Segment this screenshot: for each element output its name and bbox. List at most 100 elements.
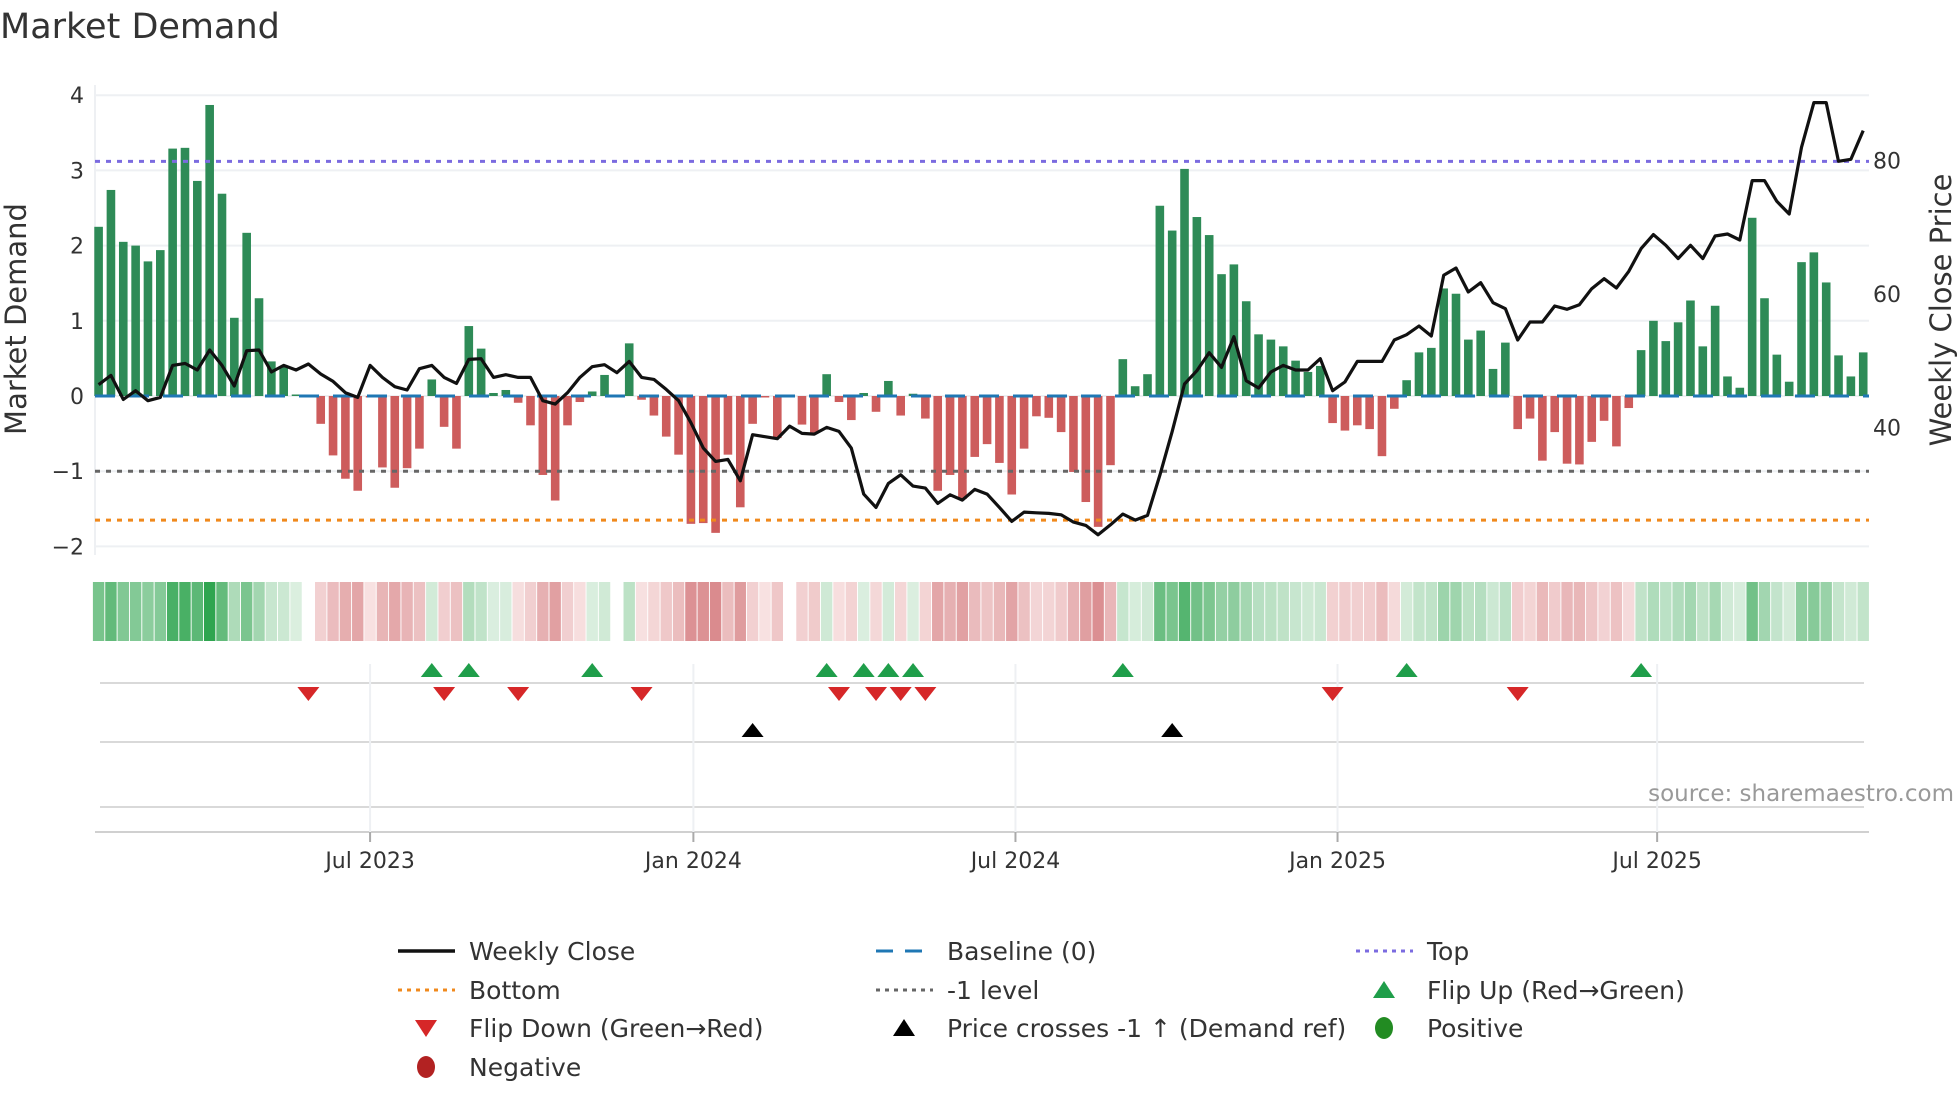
flip-down-marker (914, 687, 937, 701)
demand-bar (1291, 360, 1300, 396)
demand-bar (402, 396, 412, 469)
heatmap-cell (1326, 582, 1339, 641)
heatmap-cell (438, 582, 450, 641)
heatmap-cell (216, 582, 228, 641)
demand-bar (1797, 262, 1806, 396)
heatmap-cell (907, 582, 919, 641)
demand-bar (1167, 230, 1177, 396)
demand-bar (810, 396, 819, 433)
heatmap-cell (1437, 582, 1450, 641)
demand-bar (847, 396, 856, 421)
demand-bar (1118, 359, 1128, 396)
flip-up-marker (420, 663, 443, 677)
heatmap-cell (389, 582, 401, 641)
heatmap-cell (623, 582, 635, 641)
legend-circle-icon (417, 1056, 435, 1078)
demand-bar (427, 379, 437, 396)
price-cross-marker (1161, 723, 1184, 737)
heatmap-cell (203, 582, 216, 641)
heatmap-cell (1413, 582, 1425, 641)
demand-bar (995, 396, 1004, 463)
heatmap-cell (1092, 582, 1104, 641)
heatmap-cell (882, 582, 895, 641)
demand-bar (1069, 396, 1078, 472)
heatmap-cell (1400, 582, 1413, 641)
demand-bar (970, 396, 980, 457)
x-tick-label: Jul 2023 (323, 849, 415, 874)
demand-bar (723, 396, 733, 455)
market-demand-chart: Market Demand 4 3 2 1 0 −1 −2 80 60 40 Market Deman… (0, 7, 1958, 1082)
demand-bar (1760, 298, 1769, 396)
demand-bar (476, 348, 486, 396)
heatmap-cell (1721, 582, 1734, 641)
demand-bar (1599, 396, 1609, 421)
demand-bar (353, 396, 363, 491)
heatmap-cell (1808, 582, 1820, 641)
heatmap-cell (1043, 582, 1055, 641)
demand-bar (1266, 339, 1276, 396)
y2-tick-label: 40 (1873, 416, 1901, 441)
demand-bar (958, 396, 967, 500)
demand-bar (1427, 347, 1436, 396)
demand-bar (1649, 320, 1658, 396)
heatmap-cell (117, 582, 129, 641)
heatmap-cell (327, 582, 339, 641)
demand-bar (1686, 300, 1695, 396)
legend-item: Weekly Close (398, 937, 635, 966)
heatmap-cell (598, 582, 611, 641)
y-axis-title: Market Demand (0, 203, 33, 435)
flip-up-marker (1630, 663, 1653, 677)
legend-label: Weekly Close (469, 937, 635, 966)
heatmap-cell (352, 582, 364, 641)
demand-bar (945, 396, 955, 475)
y-tick-label: 3 (70, 159, 84, 184)
legend-item: Price crosses -1 ↑ (Demand ref) (893, 1014, 1346, 1043)
heatmap-cell (1228, 582, 1240, 641)
heatmap-cell (1191, 582, 1203, 641)
heatmap-cell (1141, 582, 1154, 641)
demand-bar (1056, 396, 1066, 433)
heatmap-cell (1487, 582, 1499, 641)
demand-bar (1044, 396, 1054, 418)
heatmap-cell (487, 582, 500, 641)
demand-bar (254, 298, 264, 396)
demand-bar (489, 392, 498, 396)
demand-bar (661, 396, 671, 437)
heatmap-cell (512, 582, 524, 641)
demand-bar (748, 396, 757, 424)
heatmap-cell (1425, 582, 1438, 641)
demand-bar (341, 396, 350, 479)
heatmap-cell (932, 582, 944, 641)
demand-bar (711, 396, 720, 533)
heatmap-cell (709, 582, 722, 641)
flip-up-marker (852, 663, 875, 677)
y-tick-label: −2 (52, 535, 84, 560)
heatmap-cell (1499, 582, 1512, 641)
flip-up-marker (581, 663, 604, 677)
heatmap-cell (537, 582, 549, 641)
demand-bar (1636, 350, 1646, 396)
demand-bar (526, 396, 535, 426)
demand-bar (797, 396, 807, 425)
legend-item: Flip Down (Green→Red) (415, 1014, 764, 1043)
flip-up-marker (877, 663, 900, 677)
x-tick-label: Jan 2024 (643, 849, 742, 874)
legend-label: Negative (469, 1053, 581, 1082)
demand-bar (1772, 354, 1782, 396)
heatmap-cell (1832, 582, 1845, 641)
heatmap-cell (1240, 582, 1252, 641)
heatmap-cell (635, 582, 648, 641)
demand-bar (1451, 293, 1461, 396)
demand-bar (106, 189, 116, 396)
demand-bar (1488, 368, 1498, 396)
heatmap-cell (722, 582, 734, 641)
legend-circle-icon (1375, 1017, 1393, 1039)
legend-label: Bottom (469, 976, 561, 1005)
legend-label: Flip Up (Red→Green) (1427, 976, 1685, 1005)
legend-item: Bottom (398, 976, 561, 1005)
heatmap-cell (1758, 582, 1771, 641)
demand-bar (1587, 396, 1597, 442)
heatmap-cell (993, 582, 1006, 641)
heatmap-cell (376, 582, 389, 641)
demand-bar (760, 396, 770, 398)
